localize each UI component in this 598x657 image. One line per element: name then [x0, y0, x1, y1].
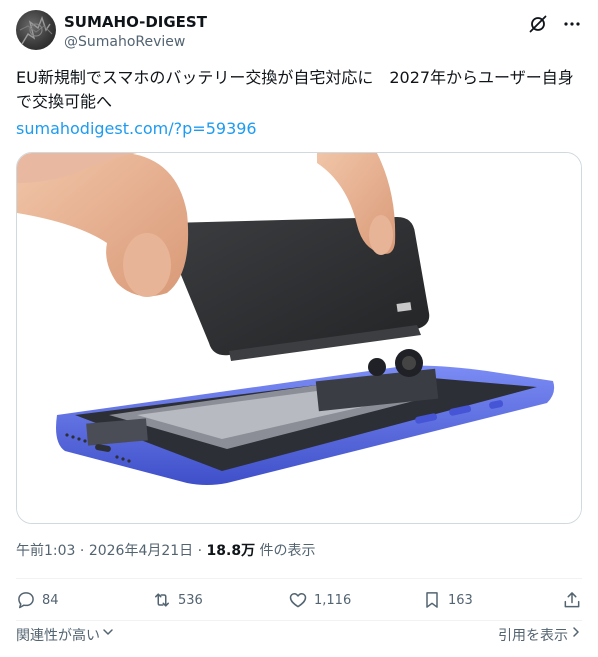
views-label: 件の表示 [255, 543, 316, 559]
repost-icon [155, 593, 169, 607]
post-text: EU新規制でスマホのバッテリー交換が自宅対応に 2027年からユーザー自身で交換… [16, 68, 574, 111]
view-quotes-link[interactable]: 引用を表示 [498, 625, 582, 645]
battery-replacement-photo [17, 153, 581, 523]
header-actions [528, 14, 582, 34]
post-meta: 午前1:03 · 2026年4月21日 · 18.8万 件の表示 [16, 541, 316, 561]
post-link[interactable]: sumahodigest.com/?p=59396 [16, 118, 257, 140]
reply-sort-row: 関連性が高い 引用を表示 [16, 625, 582, 645]
like-count: 1,116 [314, 592, 352, 608]
author-names: SUMAHO-DIGEST @SumahoReview [64, 13, 207, 52]
post-date[interactable]: 2026年4月21日 [89, 543, 193, 559]
repost-count: 536 [178, 592, 203, 608]
bookmark-button[interactable]: 163 [422, 590, 473, 610]
meta-separator-2: · [193, 543, 207, 559]
divider-bottom [16, 620, 582, 621]
post-image[interactable] [16, 152, 582, 524]
sort-label: 関連性が高い [16, 628, 100, 644]
meta-separator: · [75, 543, 89, 559]
reply-icon [18, 592, 34, 609]
chevron-right-icon [570, 625, 582, 645]
reply-count: 84 [42, 592, 59, 608]
post-time[interactable]: 午前1:03 [16, 543, 75, 559]
repost-button[interactable]: 536 [152, 590, 203, 610]
tweet-header: SUMAHO-DIGEST @SumahoReview [16, 10, 582, 54]
share-button[interactable] [562, 590, 582, 610]
action-bar: 84 536 1,116 163 [16, 590, 582, 616]
display-name[interactable]: SUMAHO-DIGEST [64, 13, 207, 31]
share-icon [564, 592, 580, 608]
divider-top [16, 578, 582, 579]
reply-button[interactable]: 84 [16, 590, 59, 610]
more-icon[interactable] [562, 14, 582, 34]
bookmark-count: 163 [448, 592, 473, 608]
grok-icon[interactable] [528, 14, 548, 34]
avatar[interactable] [16, 10, 56, 50]
like-icon [289, 593, 307, 608]
handle[interactable]: @SumahoReview [64, 32, 207, 52]
tweet: SUMAHO-DIGEST @SumahoReview EU新規制でスマホのバッ… [0, 0, 598, 657]
bookmark-icon [426, 592, 438, 608]
views-count: 18.8万 [206, 543, 256, 559]
chevron-down-icon [102, 625, 114, 645]
like-button[interactable]: 1,116 [288, 590, 351, 610]
sort-dropdown[interactable]: 関連性が高い [16, 625, 114, 645]
quotes-label: 引用を表示 [498, 628, 568, 644]
